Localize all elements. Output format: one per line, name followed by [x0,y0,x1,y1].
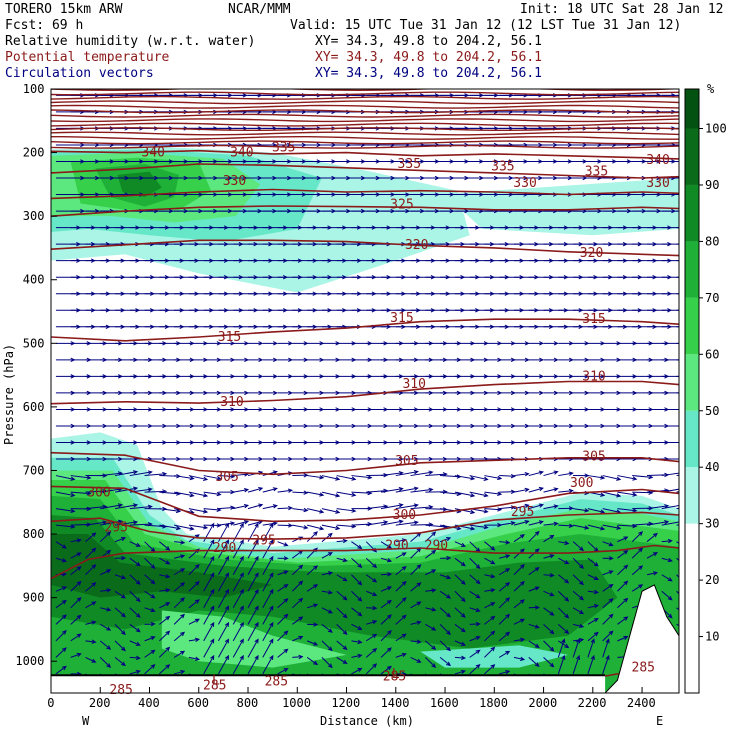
theta-label-315-2: 315 [582,312,605,327]
plot-area: 340 340340335335 335 335330 330 3303253203203… [50,88,680,698]
colorbar-band-40 [685,410,699,468]
theta-label-330-1: 330 [513,176,536,191]
theta-label-300-0: 300 [87,486,110,501]
colorbar-tick-label-70: 70 [705,291,719,305]
colorbar-unit: % [707,82,715,96]
theta-label-285-0: 285 [109,683,132,698]
x-tick-label-1600: 1600 [430,696,459,710]
theta-label-305-2: 305 [582,449,605,464]
theta-label-315-1: 315 [390,311,413,326]
theta-label-330-2: 330 [646,176,669,191]
theta-label-320-0: 320 [405,238,428,253]
x-tick-label-600: 600 [187,696,209,710]
y-tick-label-100: 100 [23,82,45,96]
model-label: TORERO 15km ARW [5,2,123,17]
x-tick-label-2400: 2400 [627,696,656,710]
colorbar-band-70 [685,241,699,298]
cross-section-figure: TORERO 15km ARW NCAR/MMM Init: 18 UTC Sa… [2,2,727,728]
theta-label-290-2: 290 [425,538,448,553]
fcst-label: Fcst: 69 h [5,18,83,33]
theta-label-335-1: 335 [398,157,421,172]
theta-label-290-0: 290 [213,541,236,556]
theta-label-315-0: 315 [218,330,241,345]
colorbar-tick-label-60: 60 [705,347,719,361]
x-tick-label-200: 200 [89,696,111,710]
x-tick-label-1200: 1200 [331,696,360,710]
y-tick-label-1000: 1000 [15,654,44,668]
y-axis-title: Pressure (hPa) [2,344,16,445]
theta-label-300-1: 300 [393,508,416,523]
theta-label-335-2: 335 [491,160,514,175]
theta-label-285-2: 285 [265,675,288,690]
theta-label-340-0: 340 [141,146,164,161]
theta-label-305-1: 305 [395,454,418,469]
y-tick-label-400: 400 [23,273,45,287]
theta-label-320-1: 320 [580,246,603,261]
field-rh-name: Relative humidity (w.r.t. water) [5,34,255,49]
colorbar-tick-label-10: 10 [705,630,719,644]
low-label-0: L [212,673,220,688]
init-label: Init: 18 UTC Sat 28 Jan 12 [520,2,724,17]
colorbar-tick-label-80: 80 [705,234,719,248]
theta-label-310-1: 310 [402,377,425,392]
valid-label: Valid: 15 UTC Tue 31 Jan 12 (12 LST Tue … [290,18,681,33]
theta-label-325-0: 325 [390,198,413,213]
colorbar-band-30 [685,467,699,524]
y-tick-label-500: 500 [23,336,45,350]
colorbar-band-80 [685,184,699,242]
theta-label-295-2: 295 [511,505,534,520]
field-vectors-xy: XY= 34.3, 49.8 to 204.2, 56.1 [315,66,542,81]
x-tick-label-2000: 2000 [528,696,557,710]
x-tick-label-800: 800 [237,696,259,710]
west-end-label: W [82,714,90,728]
colorbar-band-50 [685,354,699,411]
colorbar-tick-label-40: 40 [705,460,719,474]
y-tick-label-900: 900 [23,591,45,605]
theta-label-335-3: 335 [585,165,608,180]
theta-label-335-0: 335 [272,140,295,155]
field-theta-xy: XY= 34.3, 49.8 to 204.2, 56.1 [315,50,542,65]
x-tick-label-1400: 1400 [381,696,410,710]
y-tick-label-700: 700 [23,463,45,477]
field-rh-xy: XY= 34.3, 49.8 to 204.2, 56.1 [315,34,542,49]
theta-label-310-2: 310 [582,369,605,384]
y-tick-label-600: 600 [23,400,45,414]
colorbar-band-90 [685,128,699,185]
theta-label-300-2: 300 [570,476,593,491]
theta-label-295-1: 295 [252,533,275,548]
center-label: NCAR/MMM [228,2,291,17]
colorbar-tick-label-90: 90 [705,178,719,192]
colorbar-tick-label-100: 100 [705,122,727,136]
field-theta-name: Potential temperature [5,50,170,65]
y-tick-label-200: 200 [23,146,45,160]
field-vectors-name: Circulation vectors [5,66,154,81]
colorbar-band-100 [685,89,699,129]
y-tick-label-800: 800 [23,527,45,541]
colorbar: 10 20 30 40 50 60 70 80 90 100 [684,88,727,694]
x-tick-label-1000: 1000 [282,696,311,710]
x-tick-label-2200: 2200 [578,696,607,710]
theta-label-340-2: 340 [646,153,669,168]
x-tick-label-0: 0 [47,696,54,710]
theta-label-310-0: 310 [220,395,243,410]
colorbar-tick-label-30: 30 [705,517,719,531]
x-tick-label-1800: 1800 [479,696,508,710]
x-axis-title: Distance (km) [320,714,414,728]
theta-label-340-1: 340 [230,146,253,161]
theta-label-290-1: 290 [385,538,408,553]
theta-label-295-0: 295 [104,521,127,536]
colorbar-tick-label-20: 20 [705,573,719,587]
low-label-1: L [392,667,400,682]
theta-label-330-0: 330 [223,174,246,189]
y-tick-label-300: 300 [23,209,45,223]
theta-label-285-4: 285 [632,661,655,676]
colorbar-band-60 [685,297,699,355]
east-end-label: E [656,714,663,728]
theta-label-305-0: 305 [215,470,238,485]
colorbar-tick-label-50: 50 [705,404,719,418]
x-tick-label-400: 400 [138,696,160,710]
